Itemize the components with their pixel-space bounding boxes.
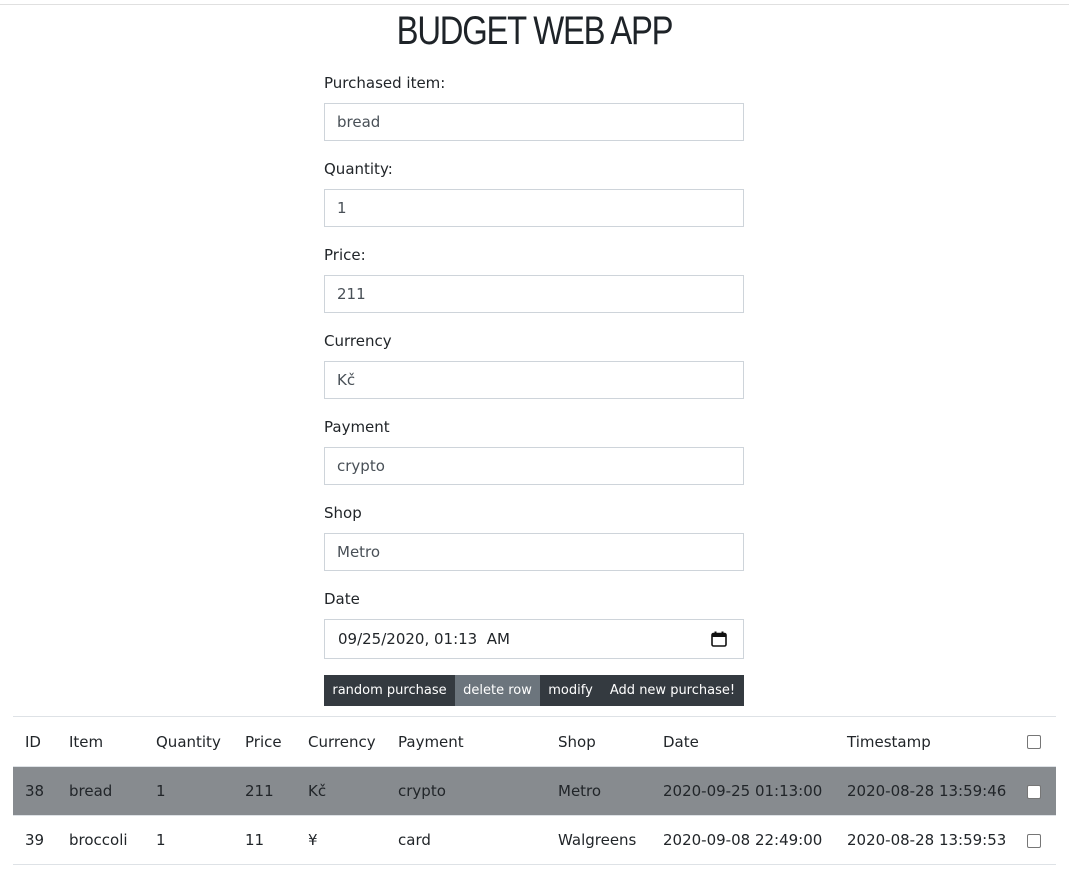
header-payment: Payment: [386, 716, 546, 767]
action-button-group: random purchase delete row modify Add ne…: [324, 675, 744, 706]
currency-label: Currency: [324, 332, 392, 350]
shop-field-group: Shop: [324, 502, 744, 588]
payment-input[interactable]: [324, 447, 744, 485]
header-timestamp: Timestamp: [835, 716, 1015, 767]
header-price: Price: [233, 716, 296, 767]
header-currency: Currency: [296, 716, 386, 767]
purchases-table: ID Item Quantity Price Currency Payment …: [13, 716, 1056, 865]
currency-input[interactable]: [324, 361, 744, 399]
date-field-group: Date 09/25/2020, 01:13 AM: [324, 588, 744, 674]
price-input[interactable]: [324, 275, 744, 313]
cell-item: bread: [57, 766, 144, 816]
header-id: ID: [13, 716, 57, 767]
header-quantity: Quantity: [144, 716, 233, 767]
quantity-field-group: Quantity:: [324, 158, 744, 244]
item-input[interactable]: [324, 103, 744, 141]
header-shop: Shop: [546, 716, 651, 767]
shop-input[interactable]: [324, 533, 744, 571]
cell-id: 39: [13, 815, 57, 865]
shop-label: Shop: [324, 504, 362, 522]
table-header-row: ID Item Quantity Price Currency Payment …: [13, 716, 1056, 767]
payment-field-group: Payment: [324, 416, 744, 502]
add-purchase-button[interactable]: Add new purchase!: [601, 675, 744, 706]
item-label: Purchased item:: [324, 74, 446, 92]
select-all-checkbox[interactable]: [1027, 735, 1041, 749]
cell-currency: ¥: [296, 815, 386, 865]
cell-payment: card: [386, 815, 546, 865]
top-divider: [0, 4, 1069, 5]
page-title: BUDGET WEB APP: [396, 9, 674, 53]
cell-shop: Metro: [546, 766, 651, 816]
header-select-cell: [1015, 716, 1056, 767]
cell-date: 2020-09-08 22:49:00: [651, 815, 835, 865]
modify-button[interactable]: modify: [540, 675, 601, 706]
cell-timestamp: 2020-08-28 13:59:46: [835, 766, 1015, 816]
header-date: Date: [651, 716, 835, 767]
cell-quantity: 1: [144, 766, 233, 816]
calendar-icon[interactable]: [711, 631, 727, 647]
cell-timestamp: 2020-08-28 13:59:53: [835, 815, 1015, 865]
row-checkbox[interactable]: [1027, 833, 1041, 848]
date-input[interactable]: 09/25/2020, 01:13 AM: [324, 619, 744, 659]
cell-item: broccoli: [57, 815, 144, 865]
payment-label: Payment: [324, 418, 390, 436]
table-row[interactable]: 39 broccoli 1 11 ¥ card Walgreens 2020-0…: [13, 815, 1056, 865]
cell-shop: Walgreens: [546, 815, 651, 865]
quantity-input[interactable]: [324, 189, 744, 227]
header-item: Item: [57, 716, 144, 767]
row-checkbox[interactable]: [1027, 784, 1041, 799]
cell-currency: Kč: [296, 766, 386, 816]
cell-date: 2020-09-25 01:13:00: [651, 766, 835, 816]
item-field-group: Purchased item:: [324, 72, 744, 158]
cell-id: 38: [13, 766, 57, 816]
random-purchase-button[interactable]: random purchase: [324, 675, 455, 706]
purchase-form: Purchased item: Quantity: Price: Currenc…: [324, 72, 744, 674]
price-label: Price:: [324, 246, 366, 264]
delete-row-button[interactable]: delete row: [455, 675, 540, 706]
cell-select: [1015, 766, 1056, 816]
price-field-group: Price:: [324, 244, 744, 330]
quantity-label: Quantity:: [324, 160, 393, 178]
cell-price: 11: [233, 815, 296, 865]
cell-price: 211: [233, 766, 296, 816]
cell-payment: crypto: [386, 766, 546, 816]
table-row[interactable]: 38 bread 1 211 Kč crypto Metro 2020-09-2…: [13, 766, 1056, 816]
cell-quantity: 1: [144, 815, 233, 865]
date-label: Date: [324, 590, 360, 608]
date-value: 09/25/2020, 01:13 AM: [338, 630, 510, 648]
cell-select: [1015, 815, 1056, 865]
currency-field-group: Currency: [324, 330, 744, 416]
